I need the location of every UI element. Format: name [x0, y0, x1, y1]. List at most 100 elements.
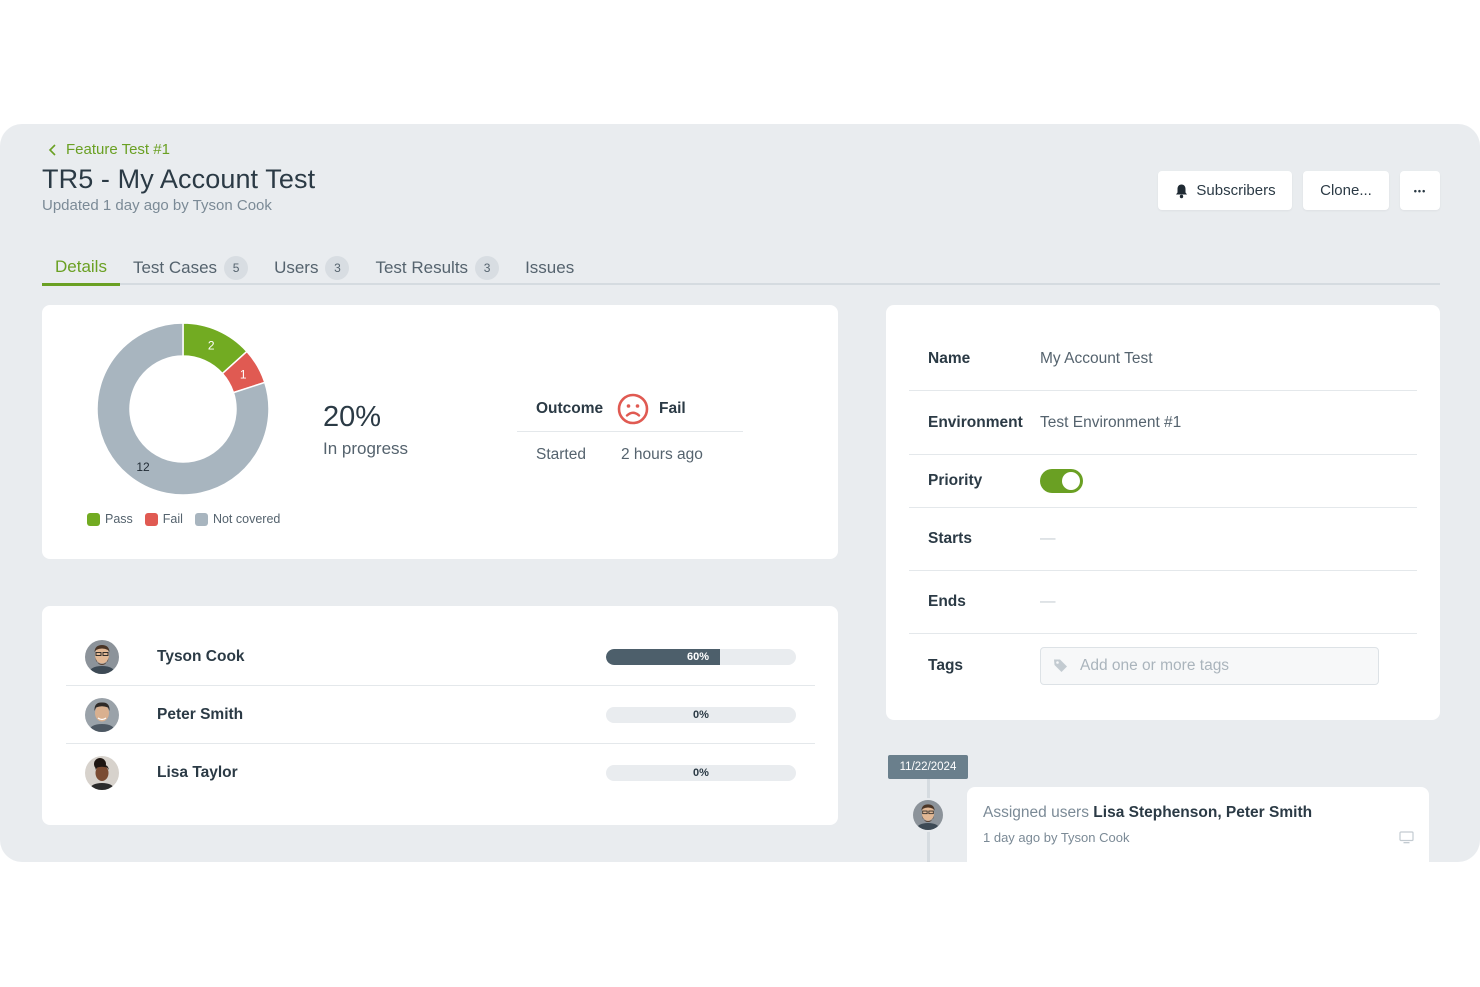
user-row[interactable]: Tyson Cook 60%: [66, 628, 815, 686]
legend-label: Not covered: [212, 512, 281, 526]
summary-card: 2 1 12 Pass Fail Not covered 20% In progre…: [42, 305, 838, 559]
activity-meta: 1 day ago by Tyson Cook: [983, 830, 1130, 845]
tab-bar: Details Test Cases 5 Users 3 Test Result…: [42, 242, 1440, 286]
tags-key: Tags: [928, 656, 964, 674]
outcome-table: Outcome Fail Started 2 hours ago: [517, 386, 743, 478]
legend-label: Fail: [162, 512, 183, 526]
count-badge: 3: [475, 255, 500, 280]
environment-key: Environment: [928, 413, 1023, 431]
header-actions: Subscribers Clone... •••: [1158, 171, 1440, 210]
started-key: Started: [536, 446, 586, 463]
test-run-details-card: Name My Account Test Environment Test En…: [886, 305, 1440, 720]
more-dots-icon: •••: [1413, 185, 1427, 196]
tab-users[interactable]: Users 3: [261, 242, 362, 285]
activity-text: Assigned users Lisa Stephenson, Peter Sm…: [983, 804, 1312, 822]
priority-key: Priority: [928, 472, 983, 489]
avatar: [85, 697, 119, 732]
bell-icon: [1176, 184, 1188, 198]
user-avatar-icon: [85, 697, 119, 732]
breadcrumb-back-link[interactable]: Feature Test #1: [46, 141, 170, 158]
legend-swatch: [144, 512, 158, 526]
tab-test-results[interactable]: Test Results 3: [362, 242, 512, 285]
outcome-row: Outcome Fail: [517, 386, 743, 432]
user-progress-bar: 0%: [606, 765, 796, 781]
environment-row: Environment Test Environment #1: [909, 391, 1417, 455]
tab-label: Users: [274, 257, 319, 277]
starts-value[interactable]: —: [1040, 530, 1056, 548]
more-options-button[interactable]: •••: [1400, 171, 1440, 210]
name-row: Name My Account Test: [909, 328, 1417, 391]
progress-percentage: 20%: [323, 401, 382, 433]
count-badge: 5: [224, 255, 249, 280]
tag-icon: [1054, 659, 1067, 672]
count-badge: 3: [325, 255, 350, 280]
clone-button[interactable]: Clone...: [1303, 171, 1389, 210]
tab-test-cases[interactable]: Test Cases 5: [120, 242, 261, 285]
monitor-icon: [1399, 831, 1414, 844]
user-row[interactable]: Lisa Taylor 0%: [66, 744, 815, 802]
chevron-left-icon: [48, 143, 56, 156]
timeline-avatar: [911, 798, 945, 832]
tab-label: Test Cases: [132, 257, 218, 277]
legend-item-fail: Fail: [144, 512, 183, 526]
priority-row: Priority: [909, 455, 1417, 508]
progress-label: 0%: [693, 767, 709, 779]
donut-slice-label: 2: [208, 339, 215, 353]
legend-item-not-covered: Not covered: [194, 512, 281, 526]
timeline-date-chip: 11/22/2024: [888, 755, 968, 779]
name-value[interactable]: My Account Test: [1040, 350, 1153, 368]
donut-slice-label: 12: [136, 460, 150, 474]
starts-key: Starts: [928, 530, 972, 547]
sad-face-icon: [617, 393, 649, 424]
user-row[interactable]: Peter Smith 0%: [66, 686, 815, 744]
avatar: [85, 756, 119, 790]
name-key: Name: [928, 350, 971, 367]
tab-label: Details: [55, 256, 107, 276]
legend-swatch: [87, 512, 100, 526]
tags-row: Tags: [909, 634, 1417, 697]
user-avatar-icon: [85, 639, 119, 674]
started-value: 2 hours ago: [621, 446, 703, 463]
user-name: Peter Smith: [157, 705, 244, 723]
user-progress-bar: 60%: [606, 649, 796, 665]
donut-slice-label: 1: [240, 367, 247, 381]
progress-label: 60%: [687, 651, 710, 663]
started-row: Started 2 hours ago: [517, 432, 743, 478]
ends-value[interactable]: —: [1040, 593, 1056, 611]
progress-status: In progress: [323, 439, 409, 458]
page-title: TR5 - My Account Test: [42, 164, 316, 194]
outcome-text: Fail: [659, 399, 686, 417]
priority-toggle[interactable]: [1040, 469, 1083, 493]
tags-input[interactable]: [1080, 656, 1360, 675]
starts-row: Starts —: [909, 508, 1417, 571]
progress-label: 0%: [693, 709, 709, 721]
tab-details[interactable]: Details: [42, 242, 120, 286]
user-avatar-icon: [913, 800, 943, 830]
outcome-key: Outcome: [536, 399, 604, 417]
tags-input-wrapper: [1040, 646, 1379, 685]
activity-card: Assigned users Lisa Stephenson, Peter Sm…: [967, 787, 1429, 862]
user-name: Tyson Cook: [157, 647, 245, 665]
activity-prefix: Assigned users: [983, 804, 1089, 821]
user-name: Lisa Taylor: [157, 764, 238, 781]
tab-issues[interactable]: Issues: [512, 242, 587, 285]
tab-label: Test Results: [375, 257, 469, 277]
environment-value[interactable]: Test Environment #1: [1040, 414, 1181, 432]
outcome-value: Fail: [617, 393, 686, 425]
activity-names: Lisa Stephenson, Peter Smith: [1093, 804, 1313, 821]
legend-swatch: [194, 512, 208, 526]
test-run-page: Feature Test #1 TR5 - My Account Test Up…: [0, 124, 1480, 862]
ends-row: Ends —: [909, 571, 1417, 634]
users-progress-card: Tyson Cook 60% Peter Smith 0% Lisa Taylo…: [42, 606, 838, 825]
subscribers-label: Subscribers: [1196, 182, 1276, 199]
legend-item-pass: Pass: [87, 512, 133, 526]
coverage-donut-chart: 2 1 12: [96, 322, 270, 496]
toggle-knob: [1062, 472, 1080, 490]
page-subtitle: Updated 1 day ago by Tyson Cook: [42, 197, 272, 214]
subscribers-button[interactable]: Subscribers: [1158, 171, 1292, 210]
tab-label: Issues: [525, 257, 575, 277]
breadcrumb-label: Feature Test #1: [66, 141, 170, 158]
user-avatar-icon: [85, 756, 119, 790]
avatar: [85, 639, 119, 674]
chart-legend: Pass Fail Not covered: [87, 512, 280, 526]
